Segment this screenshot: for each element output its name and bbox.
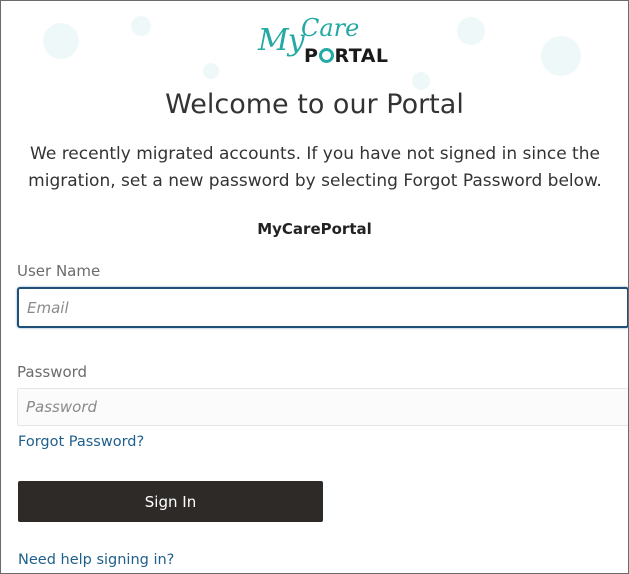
logo-my-text: My: [258, 23, 305, 58]
forgot-password-link[interactable]: Forgot Password?: [18, 434, 144, 450]
login-panel: My Care P RTAL Welcome to our Portal We r…: [0, 0, 629, 574]
logo-care-text: Care: [301, 14, 360, 42]
migration-notice: We recently migrated accounts. If you ha…: [28, 144, 602, 191]
password-input[interactable]: [17, 388, 628, 426]
email-input[interactable]: [17, 287, 628, 328]
sign-in-button[interactable]: Sign In: [18, 481, 323, 522]
portal-name-heading: MyCarePortal: [257, 220, 372, 238]
password-label: Password: [17, 363, 88, 381]
logo-portal-p: P: [304, 45, 319, 67]
logo-o-ring-icon: [318, 48, 334, 63]
page-title: Welcome to our Portal: [165, 89, 464, 120]
help-signing-in-link[interactable]: Need help signing in?: [18, 552, 174, 568]
username-label: User Name: [17, 262, 101, 280]
logo-portal-text: P RTAL: [304, 45, 389, 67]
mycare-portal-logo: My Care P RTAL: [256, 11, 396, 71]
logo-portal-rest: RTAL: [334, 45, 389, 67]
